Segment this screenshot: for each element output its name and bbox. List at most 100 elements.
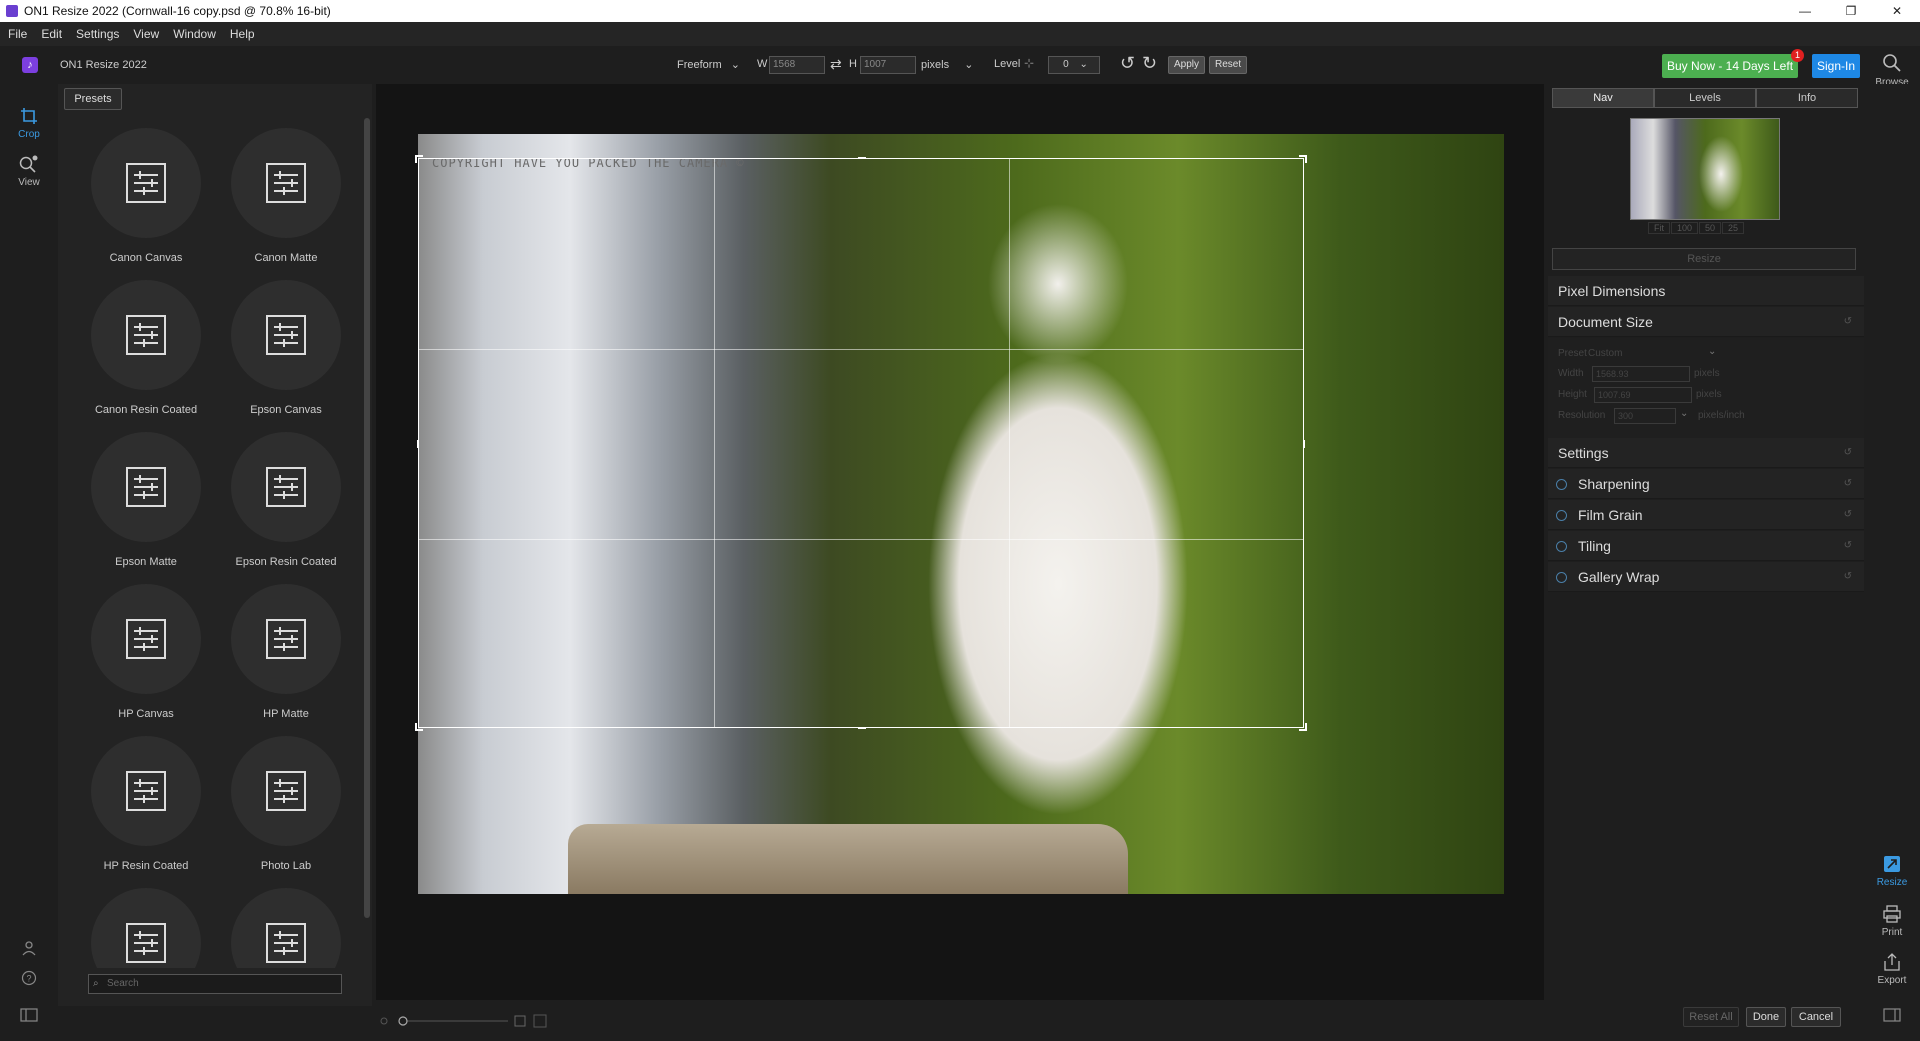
reset-icon[interactable]: ↺ bbox=[1844, 540, 1852, 551]
height-input[interactable]: 1007 bbox=[860, 56, 916, 74]
crop-handle-right[interactable] bbox=[1303, 440, 1305, 448]
preset-item[interactable]: HP Resin Coated bbox=[76, 736, 216, 888]
swap-dimensions-icon[interactable]: ⇄ bbox=[830, 56, 842, 73]
units-dropdown[interactable]: pixels ⌄ bbox=[921, 58, 973, 71]
view-tool[interactable]: View bbox=[0, 154, 58, 188]
level-input[interactable]: 0 ⌄ bbox=[1048, 56, 1100, 74]
preset-thumbnail bbox=[231, 888, 341, 968]
gallery-wrap-toggle[interactable] bbox=[1556, 572, 1567, 583]
level-tool-icon[interactable]: ⊹ bbox=[1024, 56, 1034, 70]
tiling-section[interactable]: Tiling ↺ bbox=[1548, 531, 1864, 561]
chevron-down-icon: ⌄ bbox=[730, 59, 740, 71]
sharpening-section[interactable]: Sharpening ↺ bbox=[1548, 469, 1864, 499]
gallery-wrap-section[interactable]: Gallery Wrap ↺ bbox=[1548, 562, 1864, 592]
preset-item[interactable]: Canon Matte bbox=[216, 128, 356, 280]
doc-height-input[interactable]: 1007.69 bbox=[1594, 387, 1692, 403]
film-grain-section[interactable]: Film Grain ↺ bbox=[1548, 500, 1864, 530]
crop-handle-top-left[interactable] bbox=[415, 155, 423, 163]
rotate-right-icon[interactable]: ↻ bbox=[1142, 53, 1157, 74]
cancel-button[interactable]: Cancel bbox=[1791, 1007, 1841, 1027]
doc-resolution-input[interactable]: 300 bbox=[1614, 408, 1676, 424]
crop-handle-top-right[interactable] bbox=[1299, 155, 1307, 163]
panel-toggle-icon[interactable] bbox=[0, 1008, 58, 1025]
maximize-button[interactable]: ❐ bbox=[1828, 0, 1874, 22]
width-input[interactable]: 1568 bbox=[769, 56, 825, 74]
crop-handle-bottom-right[interactable] bbox=[1299, 723, 1307, 731]
zoom-100[interactable]: 100 bbox=[1671, 222, 1699, 234]
resize-module[interactable]: Resize bbox=[1864, 854, 1920, 888]
doc-width-input[interactable]: 1568.93 bbox=[1592, 366, 1690, 382]
menu-view[interactable]: View bbox=[133, 27, 159, 41]
rotate-left-icon[interactable]: ↺ bbox=[1120, 53, 1135, 74]
close-button[interactable]: ✕ bbox=[1874, 0, 1920, 22]
menu-settings[interactable]: Settings bbox=[76, 27, 119, 41]
level-label: Level bbox=[994, 58, 1021, 70]
presets-tab[interactable]: Presets bbox=[64, 88, 122, 110]
zoom-slider[interactable] bbox=[376, 1006, 576, 1038]
crop-handle-left[interactable] bbox=[417, 440, 419, 448]
preset-value[interactable]: Custom bbox=[1588, 348, 1622, 359]
crop-handle-bottom[interactable] bbox=[858, 727, 866, 729]
tab-nav[interactable]: Nav bbox=[1552, 88, 1654, 108]
crop-tool[interactable]: Crop bbox=[0, 106, 58, 140]
preset-item[interactable]: Epson Canvas bbox=[216, 280, 356, 432]
tab-info[interactable]: Info bbox=[1756, 88, 1858, 108]
pixel-dimensions-section[interactable]: Pixel Dimensions bbox=[1548, 276, 1864, 306]
settings-section[interactable]: Settings ↺ bbox=[1548, 438, 1864, 468]
resize-preset-field[interactable]: Resize bbox=[1552, 248, 1856, 270]
crop-handle-top[interactable] bbox=[858, 157, 866, 159]
preset-item[interactable]: Epson Matte bbox=[76, 432, 216, 584]
reset-icon[interactable]: ↺ bbox=[1844, 478, 1852, 489]
panel-toggle-icon[interactable] bbox=[1864, 1008, 1920, 1025]
reset-icon[interactable]: ↺ bbox=[1844, 447, 1852, 458]
chevron-down-icon[interactable]: ⌄ bbox=[1680, 408, 1688, 419]
zoom-fit[interactable]: Fit bbox=[1648, 222, 1670, 234]
navigator-thumbnail[interactable] bbox=[1630, 118, 1780, 220]
print-module[interactable]: Print bbox=[1864, 904, 1920, 938]
done-button[interactable]: Done bbox=[1746, 1007, 1786, 1027]
preset-thumbnail bbox=[231, 280, 341, 390]
document-size-section[interactable]: Document Size ↺ bbox=[1548, 307, 1864, 337]
buy-now-button[interactable]: Buy Now - 14 Days Left bbox=[1662, 54, 1798, 78]
preset-search-input[interactable]: ⌕ Search bbox=[88, 974, 342, 994]
print-icon bbox=[1883, 905, 1901, 923]
menu-file[interactable]: File bbox=[8, 27, 27, 41]
tab-levels[interactable]: Levels bbox=[1654, 88, 1756, 108]
help-icon[interactable]: ? bbox=[0, 970, 58, 989]
ratio-dropdown[interactable]: Freeform ⌄ bbox=[677, 58, 740, 71]
crop-overlay[interactable] bbox=[415, 155, 1307, 731]
crop-grid-line bbox=[714, 159, 715, 727]
menu-edit[interactable]: Edit bbox=[41, 27, 62, 41]
sign-in-button[interactable]: Sign-In bbox=[1812, 54, 1860, 78]
preset-item[interactable]: Canon Resin Coated bbox=[76, 280, 216, 432]
sharpening-toggle[interactable] bbox=[1556, 479, 1567, 490]
reset-all-button[interactable]: Reset All bbox=[1683, 1007, 1739, 1027]
preset-item[interactable] bbox=[76, 888, 216, 968]
reset-icon[interactable]: ↺ bbox=[1844, 571, 1852, 582]
preset-item[interactable]: Canon Canvas bbox=[76, 128, 216, 280]
preset-item[interactable]: Epson Resin Coated bbox=[216, 432, 356, 584]
reset-button[interactable]: Reset bbox=[1209, 56, 1248, 74]
presets-scrollbar[interactable] bbox=[364, 118, 370, 918]
reset-icon[interactable]: ↺ bbox=[1844, 509, 1852, 520]
reset-icon[interactable]: ↺ bbox=[1844, 316, 1852, 327]
apply-button[interactable]: Apply bbox=[1168, 56, 1206, 74]
film-grain-toggle[interactable] bbox=[1556, 510, 1567, 521]
browse-tool[interactable]: Browse bbox=[1866, 52, 1918, 88]
menu-window[interactable]: Window bbox=[173, 27, 216, 41]
notification-badge: 1 bbox=[1791, 49, 1804, 62]
zoom-25[interactable]: 25 bbox=[1722, 222, 1745, 234]
user-icon[interactable] bbox=[0, 940, 58, 959]
preset-sliders-icon bbox=[266, 467, 306, 507]
menu-help[interactable]: Help bbox=[230, 27, 255, 41]
preset-item[interactable]: HP Canvas bbox=[76, 584, 216, 736]
zoom-50[interactable]: 50 bbox=[1699, 222, 1722, 234]
crop-handle-bottom-left[interactable] bbox=[415, 723, 423, 731]
preset-item[interactable]: Photo Lab bbox=[216, 736, 356, 888]
preset-item[interactable] bbox=[216, 888, 356, 968]
tiling-toggle[interactable] bbox=[1556, 541, 1567, 552]
export-module[interactable]: Export bbox=[1864, 952, 1920, 986]
preset-item[interactable]: HP Matte bbox=[216, 584, 356, 736]
minimize-button[interactable]: — bbox=[1782, 0, 1828, 22]
chevron-down-icon[interactable]: ⌄ bbox=[1708, 346, 1716, 357]
